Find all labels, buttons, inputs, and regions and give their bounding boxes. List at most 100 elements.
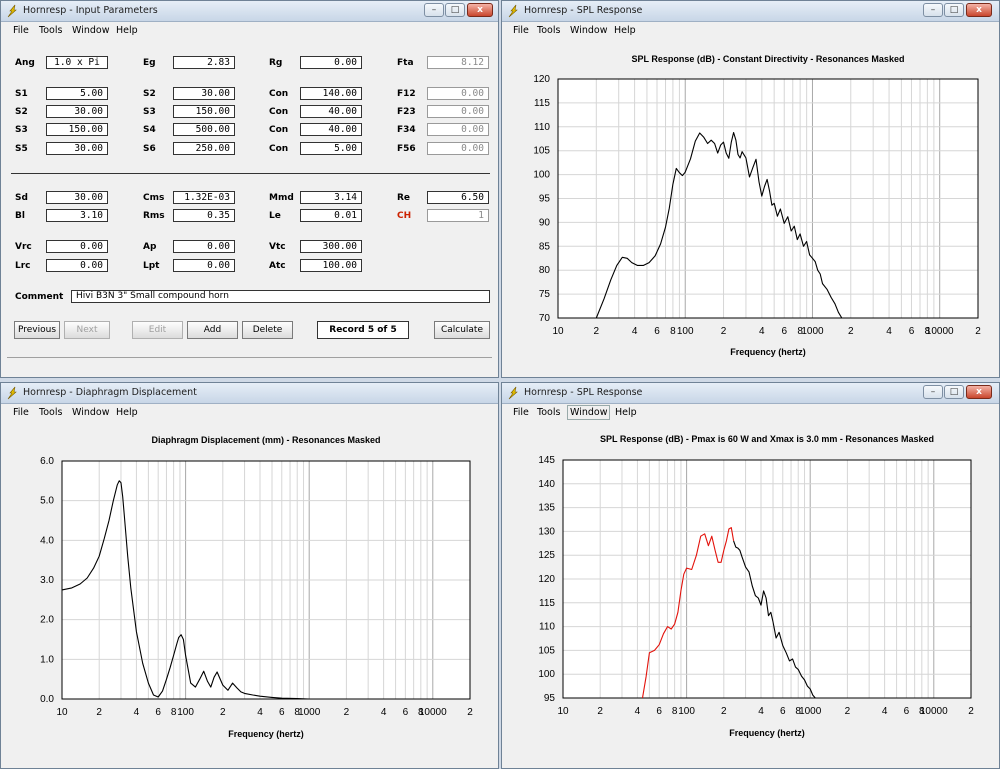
- maximize-button[interactable]: □: [944, 3, 964, 17]
- s2-field[interactable]: 30.00: [46, 105, 108, 118]
- ap-field[interactable]: 0.00: [173, 240, 235, 253]
- next-button[interactable]: Next: [64, 321, 110, 339]
- close-button[interactable]: x: [966, 385, 992, 399]
- f12-field: 0.00: [427, 87, 489, 100]
- x-tick-label: 8: [171, 707, 177, 718]
- delete-button[interactable]: Delete: [242, 321, 293, 339]
- lrc-field[interactable]: 0.00: [46, 259, 108, 272]
- maximize-button[interactable]: □: [445, 3, 465, 17]
- menu-tools[interactable]: Tools: [537, 25, 560, 36]
- edit-button[interactable]: Edit: [132, 321, 183, 339]
- s6-field[interactable]: 250.00: [173, 142, 235, 155]
- title-bar[interactable]: Hornresp - SPL Response – □ x: [502, 1, 999, 22]
- f56-label: F56: [397, 144, 416, 154]
- lpt-label: Lpt: [143, 261, 160, 271]
- f23-field: 0.00: [427, 105, 489, 118]
- title-bar[interactable]: Hornresp - SPL Response – □ x: [502, 383, 999, 404]
- minimize-button[interactable]: –: [923, 385, 943, 399]
- re-label: Re: [397, 193, 411, 203]
- add-button[interactable]: Add: [187, 321, 238, 339]
- menu-help[interactable]: Help: [614, 25, 636, 36]
- vrc-field[interactable]: 0.00: [46, 240, 108, 253]
- calculate-button[interactable]: Calculate: [434, 321, 490, 339]
- rg-field[interactable]: 0.00: [300, 56, 362, 69]
- diaphragm-displacement-window: Hornresp - Diaphragm Displacement File T…: [0, 382, 499, 769]
- lrc-label: Lrc: [15, 261, 31, 271]
- close-button[interactable]: x: [966, 3, 992, 17]
- menu-window[interactable]: Window: [72, 25, 109, 36]
- menu-tools[interactable]: Tools: [39, 25, 62, 36]
- eg-field[interactable]: 2.83: [173, 56, 235, 69]
- y-tick-label: 5.0: [40, 496, 54, 507]
- s3-label: S3: [15, 125, 28, 135]
- le-field[interactable]: 0.01: [300, 209, 362, 222]
- ang-field[interactable]: 1.0 x Pi: [46, 56, 108, 69]
- y-tick-label: 85: [539, 241, 551, 252]
- s4-label: S4: [143, 125, 156, 135]
- close-button[interactable]: x: [467, 3, 493, 17]
- maximize-button[interactable]: □: [944, 385, 964, 399]
- ang-label: Ang: [15, 58, 35, 68]
- x-axis-label: Frequency (hertz): [730, 347, 806, 357]
- comment-field[interactable]: Hivi B3N 3" Small compound horn: [71, 290, 490, 303]
- sd-field[interactable]: 30.00: [46, 191, 108, 204]
- minimize-button[interactable]: –: [424, 3, 444, 17]
- x-tick-label: 2: [344, 707, 350, 718]
- menu-help[interactable]: Help: [615, 407, 637, 418]
- ap-label: Ap: [143, 242, 157, 252]
- minimize-button[interactable]: –: [923, 3, 943, 17]
- menu-file[interactable]: File: [13, 25, 29, 36]
- title-bar[interactable]: Hornresp - Diaphragm Displacement: [1, 383, 498, 404]
- f12-label: F12: [397, 89, 416, 99]
- menu-file[interactable]: File: [513, 407, 529, 418]
- spl-response-chart: 70758085909510010511011512010 2 4 6 8 100 2 4 6 8…: [533, 54, 981, 357]
- menu-window[interactable]: Window: [567, 405, 611, 420]
- x-tick-label: 4: [635, 706, 641, 717]
- menu-file[interactable]: File: [513, 25, 529, 36]
- ch-label[interactable]: CH: [397, 211, 411, 221]
- atc-label: Atc: [269, 261, 286, 271]
- con4-field[interactable]: 5.00: [300, 142, 362, 155]
- con1-field[interactable]: 140.00: [300, 87, 362, 100]
- x-tick-label: 10000: [920, 706, 948, 717]
- y-tick-label: 135: [538, 503, 555, 514]
- menu-tools[interactable]: Tools: [39, 407, 62, 418]
- y-tick-label: 1.0: [40, 654, 54, 665]
- lpt-field[interactable]: 0.00: [173, 259, 235, 272]
- x-tick-label: 2: [597, 706, 603, 717]
- cms-field[interactable]: 1.32E-03: [173, 191, 235, 204]
- title-bar[interactable]: Hornresp - Input Parameters – □ x: [1, 1, 498, 22]
- atc-field[interactable]: 100.00: [300, 259, 362, 272]
- x-axis-label: Frequency (hertz): [729, 728, 805, 738]
- s4-field[interactable]: 500.00: [173, 123, 235, 136]
- rms-field[interactable]: 0.35: [173, 209, 235, 222]
- con3-field[interactable]: 40.00: [300, 123, 362, 136]
- x-tick-label: 10: [56, 707, 68, 718]
- x-tick-label: 10000: [926, 326, 954, 337]
- bl-field[interactable]: 3.10: [46, 209, 108, 222]
- s3-field[interactable]: 150.00: [173, 105, 235, 118]
- s2-field[interactable]: 30.00: [173, 87, 235, 100]
- menu-tools[interactable]: Tools: [537, 407, 560, 418]
- con2-field[interactable]: 40.00: [300, 105, 362, 118]
- window-title: Hornresp - Input Parameters: [23, 5, 158, 16]
- menu-window[interactable]: Window: [72, 407, 109, 418]
- x-tick-label: 1000: [298, 707, 321, 718]
- menu-help[interactable]: Help: [116, 407, 138, 418]
- previous-button[interactable]: Previous: [14, 321, 60, 339]
- menu-window[interactable]: Window: [570, 25, 607, 36]
- cms-label: Cms: [143, 193, 165, 203]
- s5-field[interactable]: 30.00: [46, 142, 108, 155]
- s3-field[interactable]: 150.00: [46, 123, 108, 136]
- x-tick-label: 6: [909, 326, 915, 337]
- re-field[interactable]: 6.50: [427, 191, 489, 204]
- menu-file[interactable]: File: [13, 407, 29, 418]
- menu-help[interactable]: Help: [116, 25, 138, 36]
- diaphragm-displacement-chart: 0.01.02.03.04.05.06.010 2 4 6 8 100 2 4 6 81000 2 4…: [40, 435, 473, 739]
- x-tick-label: 10: [557, 706, 569, 717]
- s1-field[interactable]: 5.00: [46, 87, 108, 100]
- mmd-field[interactable]: 3.14: [300, 191, 362, 204]
- vtc-field[interactable]: 300.00: [300, 240, 362, 253]
- y-tick-label: 95: [539, 194, 551, 205]
- x-tick-label: 2: [467, 707, 473, 718]
